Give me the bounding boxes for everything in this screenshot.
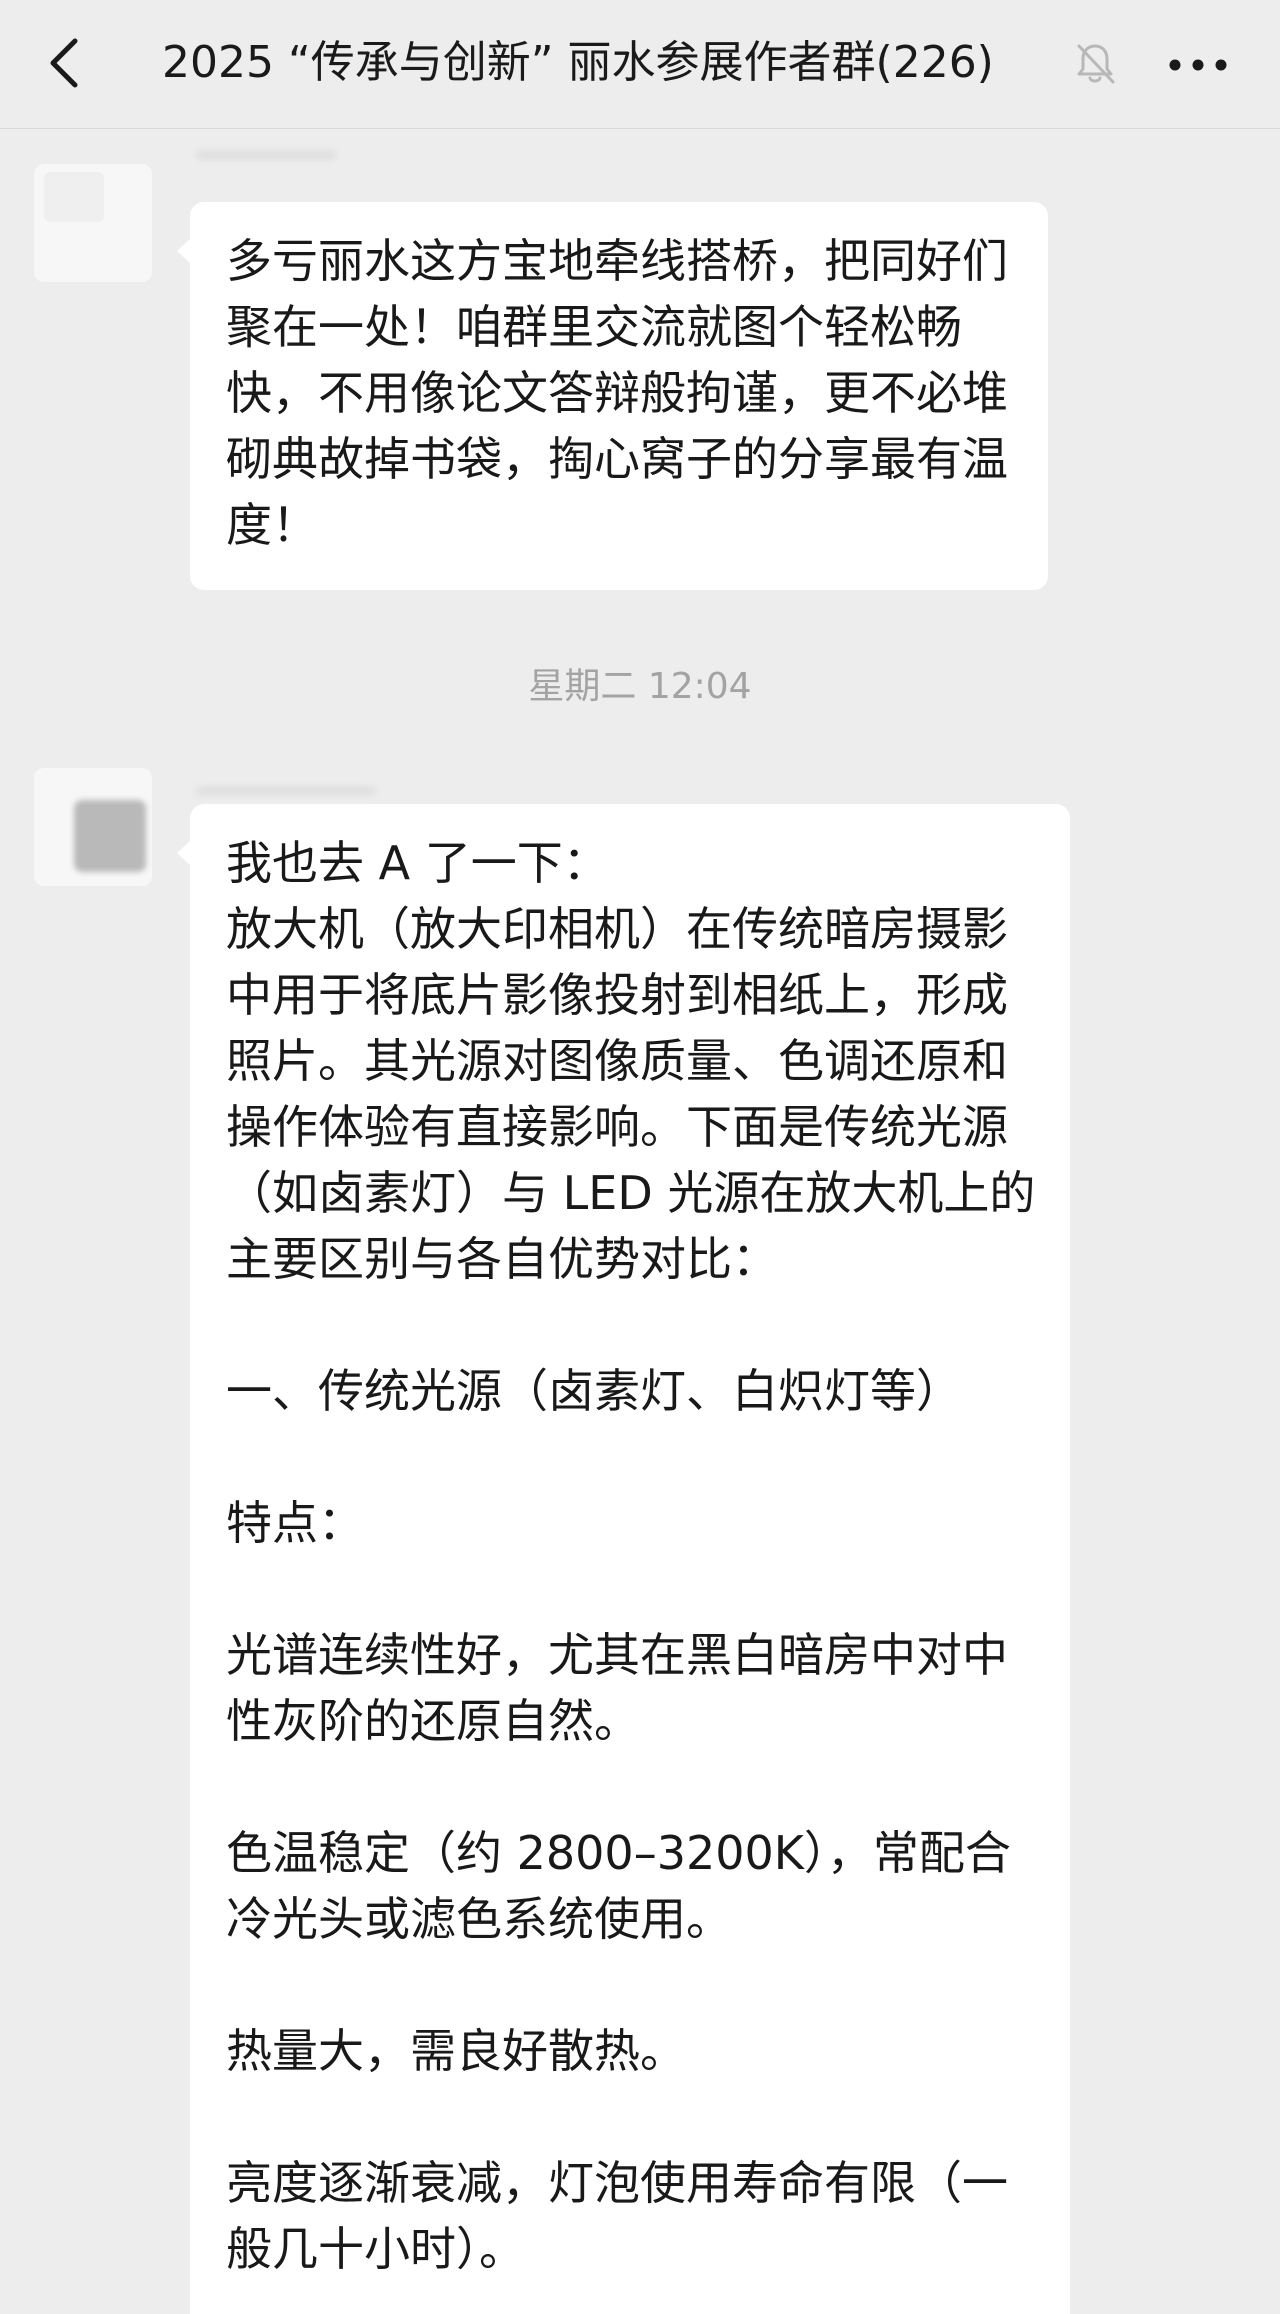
- chevron-left-icon: [50, 38, 78, 88]
- more-options-button[interactable]: [1158, 40, 1238, 90]
- sender-name-redacted: [196, 786, 376, 796]
- sender-avatar[interactable]: [34, 768, 152, 886]
- avatar-image: [44, 172, 104, 222]
- message-bubble[interactable]: 我也去 A 了一下： 放大机（放大印相机）在传统暗房摄影中用于将底片影像投射到相…: [177, 804, 1070, 2314]
- sender-avatar[interactable]: [34, 164, 152, 282]
- avatar-image: [74, 800, 146, 872]
- chat-screen: 2025 “传承与创新” 丽水参展作者群(226) 多亏丽水这方宝地牵线搭桥，把…: [0, 0, 1280, 2314]
- back-button[interactable]: [30, 28, 100, 98]
- bell-off-icon: [1077, 44, 1115, 84]
- message-bubble[interactable]: 多亏丽水这方宝地牵线搭桥，把同好们聚在一处！咱群里交流就图个轻松畅快，不用像论文…: [177, 202, 1048, 590]
- sender-name-redacted: [196, 150, 336, 160]
- more-horizontal-icon: [1169, 59, 1227, 71]
- message-timestamp: 星期二 12:04: [528, 666, 752, 707]
- chat-title: 2025 “传承与创新” 丽水参展作者群(226): [162, 37, 994, 88]
- chat-header: 2025 “传承与创新” 丽水参展作者群(226): [0, 0, 1280, 129]
